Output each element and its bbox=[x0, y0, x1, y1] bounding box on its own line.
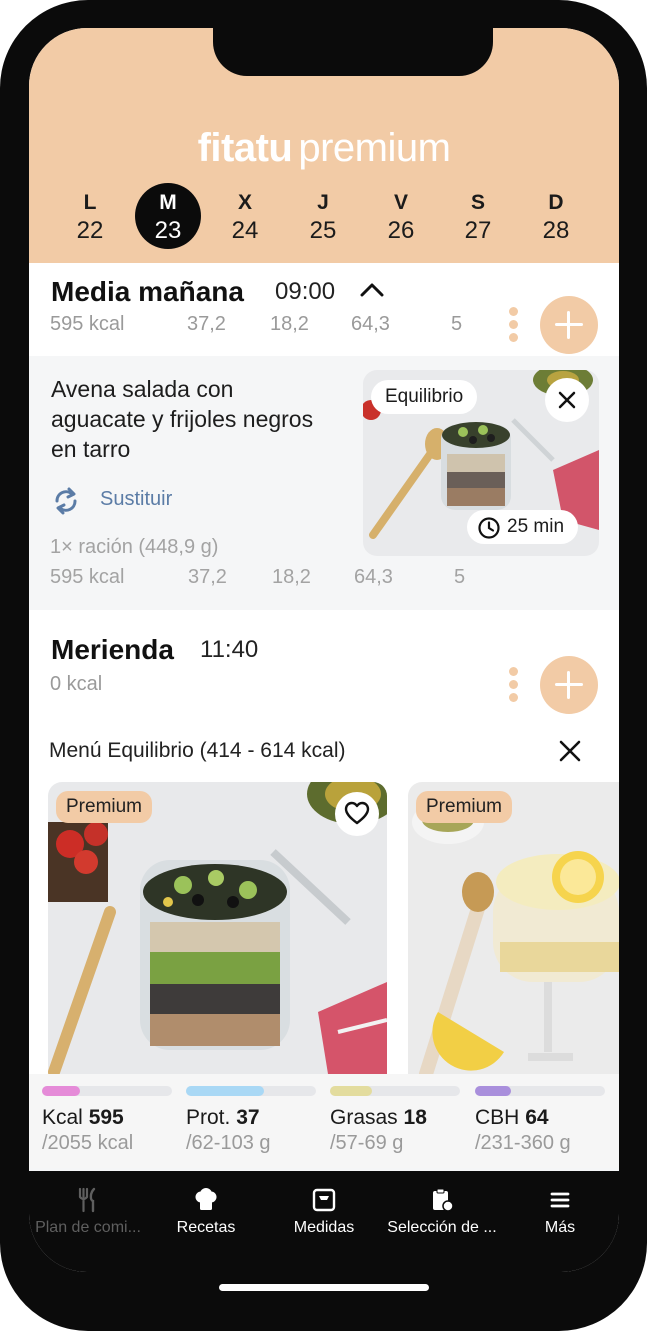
macro-protein: 37,2 bbox=[187, 313, 226, 335]
nav-measurements[interactable]: Medidas bbox=[265, 1171, 383, 1272]
carbs-progress-fill bbox=[475, 1086, 512, 1096]
macro-fat: 18,2 bbox=[270, 313, 309, 335]
remove-recipe-button[interactable] bbox=[545, 378, 589, 422]
meal-section-merienda: Merienda 11:40 0 kcal Menú Equilibrio (4… bbox=[29, 610, 619, 1074]
close-icon[interactable] bbox=[557, 738, 583, 764]
swap-button[interactable]: Sustituir bbox=[100, 488, 172, 511]
add-food-button[interactable] bbox=[540, 656, 598, 714]
recipe-kcal: 595 kcal bbox=[50, 566, 125, 588]
recipe-fiber: 5 bbox=[454, 566, 466, 588]
recipe-fat: 18,2 bbox=[272, 566, 311, 588]
carbs-progress-bar bbox=[475, 1086, 605, 1096]
recipe-portion: 1× ración (448,9 g) bbox=[50, 536, 219, 558]
nav-meal-plan[interactable]: Plan de comi... bbox=[29, 1171, 147, 1272]
day-monday[interactable]: L 22 bbox=[57, 183, 123, 249]
recipe-name[interactable]: Avena salada con aguacate y frijoles neg… bbox=[51, 374, 331, 464]
suggestion-card[interactable]: Premium bbox=[48, 782, 387, 1074]
kcal-progress-bar bbox=[42, 1086, 172, 1096]
menu-suggestion-label: Menú Equilibrio (414 - 614 kcal) bbox=[49, 739, 346, 762]
daily-nutrition-summary: Kcal 595 /2055 kcal Prot. 37 /62-103 g G… bbox=[29, 1074, 619, 1168]
meal-header-media-manana: Media mañana 09:00 595 kcal 37,2 18,2 64… bbox=[29, 263, 619, 356]
meal-time: 11:40 bbox=[200, 636, 259, 663]
protein-progress-fill bbox=[186, 1086, 264, 1096]
bottom-navigation: Plan de comi... Recetas Medidas Selecció… bbox=[29, 1171, 619, 1272]
nav-recipes[interactable]: Recetas bbox=[147, 1171, 265, 1272]
app-screen: fitatupremium L 22 M 23 X 24 J 25 V 26 bbox=[29, 28, 619, 1272]
chef-hat-icon bbox=[195, 1188, 217, 1210]
fork-knife-icon bbox=[78, 1187, 96, 1213]
menu-icon bbox=[550, 1192, 570, 1208]
swap-icon[interactable] bbox=[51, 484, 81, 518]
meal-title: Media mañana bbox=[51, 276, 244, 307]
macro-carbs: 64,3 bbox=[351, 313, 390, 335]
more-options-icon[interactable] bbox=[506, 667, 520, 707]
day-tuesday-selected[interactable]: M 23 bbox=[135, 183, 201, 249]
close-icon bbox=[558, 391, 576, 409]
add-food-button[interactable] bbox=[540, 296, 598, 354]
week-day-selector: L 22 M 23 X 24 J 25 V 26 S 27 D 28 bbox=[51, 183, 599, 253]
home-indicator[interactable] bbox=[219, 1284, 429, 1291]
stat-protein: Prot. 37 /62-103 g bbox=[186, 1074, 326, 1168]
scale-icon bbox=[312, 1188, 336, 1212]
premium-badge: Premium bbox=[416, 791, 513, 823]
meal-time: 09:00 bbox=[275, 278, 336, 305]
brand-logo: fitatu premium bbox=[197, 126, 451, 170]
clipboard-icon bbox=[433, 1188, 454, 1212]
day-wednesday[interactable]: X 24 bbox=[212, 183, 278, 249]
nav-more[interactable]: Más bbox=[501, 1171, 619, 1272]
fat-progress-fill bbox=[330, 1086, 372, 1096]
premium-badge: Premium bbox=[56, 791, 153, 823]
lemon-dessert-photo bbox=[408, 782, 619, 1074]
meal-kcal: 595 kcal bbox=[50, 313, 125, 335]
macro-fiber: 5 bbox=[451, 313, 463, 335]
meal-title: Merienda bbox=[51, 634, 174, 665]
heart-icon bbox=[344, 801, 370, 825]
stat-kcal: Kcal 595 /2055 kcal bbox=[42, 1074, 182, 1168]
stat-carbs: CBH 64 /231-360 g bbox=[475, 1074, 615, 1168]
kcal-progress-fill bbox=[42, 1086, 80, 1096]
day-sunday[interactable]: D 28 bbox=[523, 183, 589, 249]
recipe-photo[interactable]: Equilibrio 25 min bbox=[363, 370, 599, 556]
clock-icon bbox=[478, 517, 500, 539]
fat-progress-bar bbox=[330, 1086, 460, 1096]
nav-selection[interactable]: Selección de ... bbox=[383, 1171, 501, 1272]
suggestion-card[interactable]: Premium bbox=[408, 782, 619, 1074]
meal-kcal: 0 kcal bbox=[50, 673, 103, 695]
stat-fat: Grasas 18 /57-69 g bbox=[330, 1074, 470, 1168]
chevron-up-icon[interactable] bbox=[360, 281, 384, 299]
favorite-button[interactable] bbox=[335, 792, 379, 836]
notch bbox=[213, 28, 493, 76]
protein-progress-bar bbox=[186, 1086, 316, 1096]
day-friday[interactable]: V 26 bbox=[368, 183, 434, 249]
diet-badge: Equilibrio bbox=[371, 380, 478, 414]
recipe-carbs: 64,3 bbox=[354, 566, 393, 588]
day-saturday[interactable]: S 27 bbox=[445, 183, 511, 249]
recipe-protein: 37,2 bbox=[188, 566, 227, 588]
more-options-icon[interactable] bbox=[506, 307, 520, 347]
prep-time-badge: 25 min bbox=[467, 510, 579, 544]
day-thursday[interactable]: J 25 bbox=[290, 183, 356, 249]
recipe-item[interactable]: Avena salada con aguacate y frijoles neg… bbox=[29, 358, 619, 608]
